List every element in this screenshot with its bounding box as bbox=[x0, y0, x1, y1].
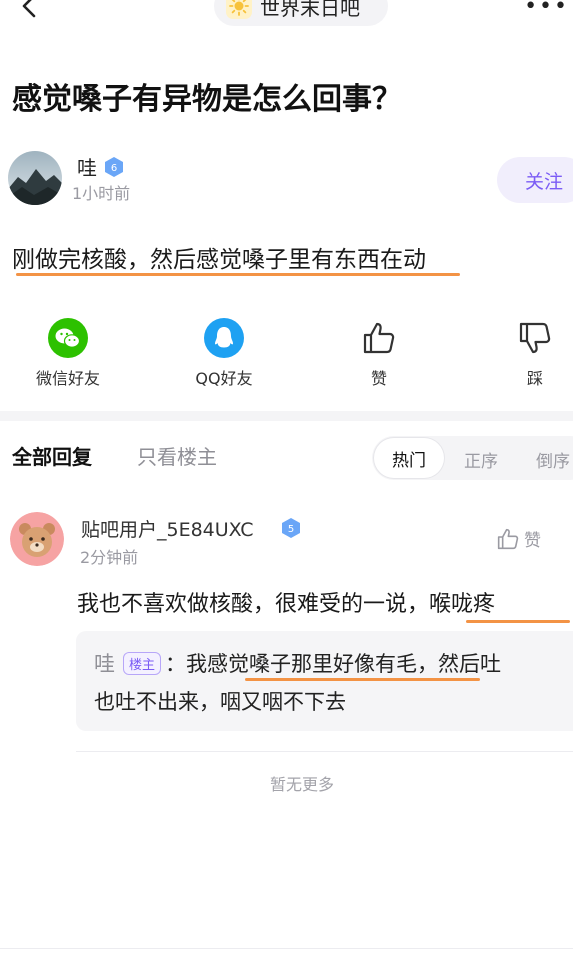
quote-text-line2: 也吐不出来，咽又咽不下去 bbox=[94, 690, 346, 714]
more-menu-icon[interactable]: ••• bbox=[524, 0, 569, 19]
reply-avatar[interactable] bbox=[10, 512, 64, 566]
forum-sun-icon bbox=[226, 0, 252, 19]
reply-level-badge: 5 bbox=[280, 517, 302, 543]
divider bbox=[0, 948, 573, 949]
forum-pill[interactable]: 世界末日吧 bbox=[214, 0, 388, 26]
post-title: 感觉嗓子有异物是怎么回事？ bbox=[12, 82, 402, 117]
like-button[interactable]: 赞 bbox=[324, 318, 434, 389]
share-qq-label: QQ好友 bbox=[195, 369, 253, 388]
share-qq-button[interactable]: QQ好友 bbox=[169, 318, 279, 389]
section-divider bbox=[0, 411, 573, 421]
reply-text: 我也不喜欢做核酸，很难受的一说，喉咙疼 bbox=[77, 592, 496, 617]
reply-like-label: 赞 bbox=[524, 531, 541, 551]
thumb-up-icon bbox=[359, 318, 399, 358]
sort-hot-button[interactable]: 热门 bbox=[374, 438, 444, 478]
qq-icon bbox=[204, 318, 244, 358]
op-badge: 楼主 bbox=[123, 651, 162, 675]
share-wechat-button[interactable]: 微信好友 bbox=[13, 318, 123, 389]
follow-button[interactable]: 关注 bbox=[497, 157, 573, 203]
quoted-reply-line1: 哇 楼主 ：我感觉嗓子那里好像有毛，然后吐 bbox=[94, 648, 501, 678]
sort-descending-button[interactable]: 倒序 bbox=[536, 447, 570, 472]
author-avatar[interactable] bbox=[8, 151, 62, 205]
reply-username[interactable]: 贴吧用户_5E84UXC bbox=[81, 515, 254, 542]
author-name[interactable]: 哇 bbox=[77, 152, 97, 181]
share-wechat-label: 微信好友 bbox=[35, 369, 100, 388]
quote-author[interactable]: 哇 bbox=[94, 648, 115, 678]
reply-like-button[interactable]: 赞 bbox=[496, 526, 541, 551]
reply-time: 2分钟前 bbox=[80, 548, 139, 567]
like-label: 赞 bbox=[370, 369, 387, 388]
thumb-down-icon bbox=[515, 318, 555, 358]
highlight-underline bbox=[466, 620, 570, 623]
tab-all-replies[interactable]: 全部回复 bbox=[12, 441, 92, 470]
tab-op-only[interactable]: 只看楼主 bbox=[137, 441, 217, 470]
wechat-icon bbox=[48, 318, 88, 358]
post-time: 1小时前 bbox=[72, 184, 131, 203]
sort-ascending-button[interactable]: 正序 bbox=[464, 447, 498, 472]
back-arrow-icon[interactable] bbox=[16, 0, 44, 20]
quote-text-line1: ：我感觉嗓子那里好像有毛，然后吐 bbox=[165, 652, 502, 676]
post-body: 刚做完核酸，然后感觉嗓子里有东西在动 bbox=[12, 247, 426, 273]
no-more-text: 暂无更多 bbox=[269, 775, 334, 794]
reply-level-text: 5 bbox=[288, 524, 294, 535]
dislike-button[interactable]: 踩 bbox=[480, 318, 573, 389]
forum-name: 世界末日吧 bbox=[260, 0, 360, 20]
author-level-text: 6 bbox=[111, 163, 117, 174]
reply-thumb-up-icon bbox=[497, 528, 519, 549]
quoted-reply-box[interactable] bbox=[76, 631, 573, 731]
highlight-underline bbox=[245, 678, 480, 681]
divider bbox=[76, 751, 573, 752]
level-badge: 6 bbox=[103, 156, 125, 182]
highlight-underline bbox=[16, 273, 460, 276]
dislike-label: 踩 bbox=[526, 369, 543, 388]
